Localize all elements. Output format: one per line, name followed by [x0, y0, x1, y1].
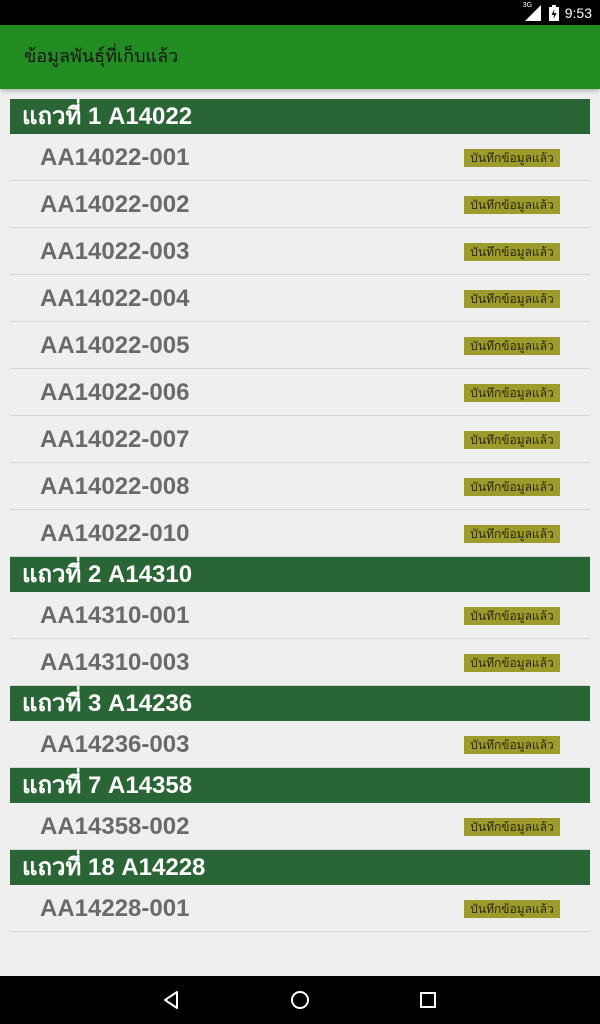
variety-code: AA14358-002	[40, 813, 190, 840]
list-item[interactable]: AA14310-003 บันทึกข้อมูลแล้ว	[10, 639, 590, 686]
variety-code: AA14022-005	[40, 332, 190, 359]
status-badge: บันทึกข้อมูลแล้ว	[464, 290, 560, 308]
list-item[interactable]: AA14022-008 บันทึกข้อมูลแล้ว	[10, 463, 590, 510]
list-item[interactable]: AA14022-006 บันทึกข้อมูลแล้ว	[10, 369, 590, 416]
navigation-bar	[0, 976, 600, 1024]
variety-code: AA14022-010	[40, 520, 190, 547]
status-badge: บันทึกข้อมูลแล้ว	[464, 149, 560, 167]
status-badge: บันทึกข้อมูลแล้ว	[464, 736, 560, 754]
status-badge: บันทึกข้อมูลแล้ว	[464, 900, 560, 918]
row-header: แถวที่ 1 A14022	[10, 99, 590, 134]
status-badge: บันทึกข้อมูลแล้ว	[464, 607, 560, 625]
list-item[interactable]: AA14236-003 บันทึกข้อมูลแล้ว	[10, 721, 590, 768]
status-icons: 3G 9:53	[523, 0, 592, 25]
row-header: แถวที่ 3 A14236	[10, 686, 590, 721]
status-badge: บันทึกข้อมูลแล้ว	[464, 196, 560, 214]
list-item[interactable]: AA14022-010 บันทึกข้อมูลแล้ว	[10, 510, 590, 557]
status-clock: 9:53	[564, 4, 592, 21]
variety-code: AA14022-003	[40, 238, 190, 265]
list-item[interactable]: AA14358-002 บันทึกข้อมูลแล้ว	[10, 803, 590, 850]
recents-square-icon[interactable]	[416, 988, 440, 1012]
list-item[interactable]: AA14310-001 บันทึกข้อมูลแล้ว	[10, 592, 590, 639]
status-badge: บันทึกข้อมูลแล้ว	[464, 818, 560, 836]
status-badge: บันทึกข้อมูลแล้ว	[464, 384, 560, 402]
list-item[interactable]: AA14022-001 บันทึกข้อมูลแล้ว	[10, 134, 590, 181]
variety-code: AA14022-006	[40, 379, 190, 406]
list-item[interactable]: AA14022-004 บันทึกข้อมูลแล้ว	[10, 275, 590, 322]
status-badge: บันทึกข้อมูลแล้ว	[464, 337, 560, 355]
cell-signal-icon: 3G	[523, 2, 543, 22]
variety-code: AA14022-004	[40, 285, 190, 312]
row-header: แถวที่ 18 A14228	[10, 850, 590, 885]
list-item[interactable]: AA14022-002 บันทึกข้อมูลแล้ว	[10, 181, 590, 228]
home-circle-icon[interactable]	[288, 988, 312, 1012]
page-title: ข้อมูลพันธุ์ที่เก็บแล้ว	[24, 46, 179, 67]
status-badge: บันทึกข้อมูลแล้ว	[464, 525, 560, 543]
variety-code: AA14022-007	[40, 426, 190, 453]
list-item[interactable]: AA14022-003 บันทึกข้อมูลแล้ว	[10, 228, 590, 275]
variety-code: AA14022-002	[40, 191, 190, 218]
list-item[interactable]: AA14228-001 บันทึกข้อมูลแล้ว	[10, 885, 590, 932]
battery-icon	[548, 4, 559, 21]
variety-code: AA14228-001	[40, 895, 190, 922]
status-badge: บันทึกข้อมูลแล้ว	[464, 478, 560, 496]
variety-code: AA14310-003	[40, 649, 190, 676]
status-badge: บันทึกข้อมูลแล้ว	[464, 431, 560, 449]
variety-code: AA14236-003	[40, 731, 190, 758]
variety-code: AA14022-008	[40, 473, 190, 500]
app-bar: ข้อมูลพันธุ์ที่เก็บแล้ว	[0, 25, 600, 89]
variety-code: AA14310-001	[40, 602, 190, 629]
collected-variety-list[interactable]: แถวที่ 1 A14022 AA14022-001 บันทึกข้อมูลแล…	[10, 99, 590, 932]
row-header: แถวที่ 7 A14358	[10, 768, 590, 803]
row-header: แถวที่ 2 A14310	[10, 557, 590, 592]
status-bar: 3G 9:53	[0, 0, 600, 25]
list-item[interactable]: AA14022-005 บันทึกข้อมูลแล้ว	[10, 322, 590, 369]
list-item[interactable]: AA14022-007 บันทึกข้อมูลแล้ว	[10, 416, 590, 463]
status-badge: บันทึกข้อมูลแล้ว	[464, 243, 560, 261]
back-triangle-icon[interactable]	[160, 988, 184, 1012]
variety-code: AA14022-001	[40, 144, 190, 171]
status-badge: บันทึกข้อมูลแล้ว	[464, 654, 560, 672]
